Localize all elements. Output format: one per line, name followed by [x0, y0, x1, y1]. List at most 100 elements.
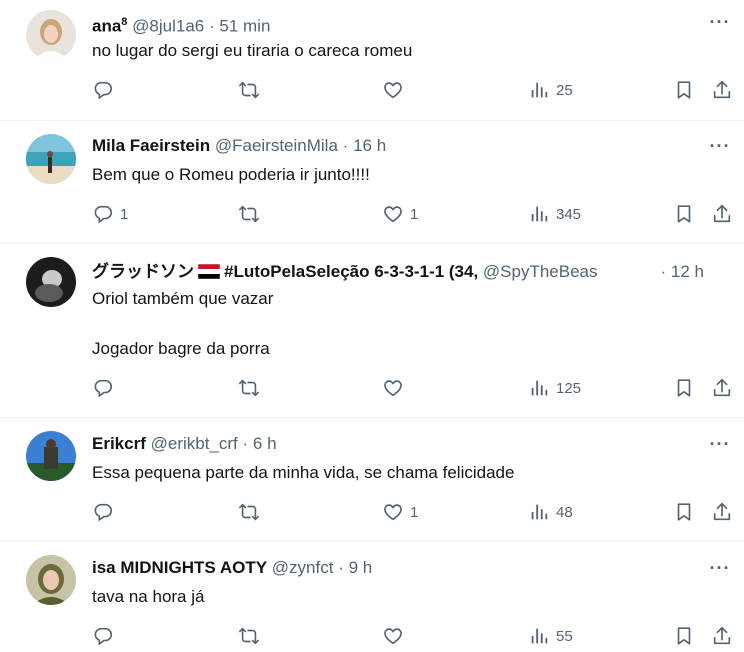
more-icon[interactable]: ··· [708, 12, 732, 32]
tweet-text: Essa pequena parte da minha vida, se cha… [92, 460, 704, 485]
separator: · [342, 136, 349, 155]
bookmark-icon [673, 625, 695, 647]
like-button[interactable] [382, 625, 410, 647]
tweet-text-line: no lugar do sergi eu tiraria o careca ro… [92, 41, 413, 60]
views-icon [528, 79, 550, 101]
author-handle[interactable]: @SpyTheBeas [483, 262, 598, 281]
tweet[interactable]: Mila Faeirstein @FaeirsteinMila · 16 h ·… [0, 120, 744, 244]
bookmark-button[interactable] [673, 501, 695, 523]
repost-button[interactable] [238, 625, 260, 647]
author-name[interactable]: isa MIDNIGHTS AOTY [92, 558, 267, 577]
view-count: 48 [556, 503, 573, 521]
timestamp[interactable]: 6 h [253, 434, 277, 453]
author-name-suffix[interactable]: #LutoPelaSeleção 6-3-3-1-1 (34, [224, 262, 478, 281]
like-icon [382, 203, 404, 225]
author-handle[interactable]: @8jul1a6 [132, 17, 204, 36]
author-name-prefix[interactable]: グラッドソン [92, 262, 194, 281]
like-icon [382, 377, 404, 399]
author-name[interactable]: ana [92, 17, 121, 36]
avatar[interactable] [26, 134, 76, 184]
avatar[interactable] [26, 10, 76, 60]
author-name-superscript: 8 [121, 16, 128, 28]
author-handle[interactable]: @FaeirsteinMila [215, 136, 338, 155]
reply-button[interactable] [92, 377, 120, 399]
action-bar: 25 [0, 79, 744, 103]
tweet[interactable]: グラッドソン #LutoPelaSeleção 6-3-3-1-1 (34, @S… [0, 243, 744, 418]
reply-button[interactable] [92, 501, 120, 523]
repost-button[interactable] [238, 203, 260, 225]
bookmark-button[interactable] [673, 203, 695, 225]
timestamp[interactable]: 9 h [349, 558, 373, 577]
views-button[interactable]: 25 [528, 79, 573, 101]
avatar[interactable] [26, 555, 76, 605]
like-count: 1 [410, 205, 419, 223]
author-name[interactable]: Mila Faeirstein [92, 136, 210, 155]
timestamp[interactable]: 12 h [671, 262, 704, 281]
separator: · [660, 262, 667, 281]
like-icon [382, 79, 404, 101]
reply-icon [92, 377, 114, 399]
like-button[interactable]: 1 [382, 203, 418, 225]
like-button[interactable] [382, 79, 410, 101]
tweet-text: Oriol também que vazar Jogador bagre da … [92, 286, 704, 361]
share-icon [711, 625, 733, 647]
separator: · [242, 434, 249, 453]
share-button[interactable] [711, 625, 733, 647]
tweet[interactable]: isa MIDNIGHTS AOTY @zynfct · 9 h ··· tav… [0, 540, 744, 652]
views-button[interactable]: 125 [528, 377, 581, 399]
views-icon [528, 625, 550, 647]
view-count: 25 [556, 81, 573, 99]
share-button[interactable] [711, 203, 733, 225]
avatar[interactable] [26, 431, 76, 481]
tweet[interactable]: Erikcrf @erikbt_crf · 6 h ··· Essa peque… [0, 417, 744, 541]
flag-icon [198, 264, 220, 279]
view-count: 55 [556, 627, 573, 645]
like-icon [382, 625, 404, 647]
bookmark-button[interactable] [673, 79, 695, 101]
more-icon[interactable]: ··· [708, 136, 732, 156]
views-button[interactable]: 55 [528, 625, 573, 647]
timestamp[interactable]: 51 min [219, 17, 270, 36]
tweet-text-line: Essa pequena parte da minha vida, se cha… [92, 463, 515, 482]
tweet-text: tava na hora já [92, 584, 704, 609]
repost-button[interactable] [238, 79, 260, 101]
view-count: 125 [556, 379, 582, 397]
like-button[interactable] [382, 377, 410, 399]
like-icon [382, 501, 404, 523]
author-name[interactable]: Erikcrf [92, 434, 146, 453]
repost-icon [238, 203, 260, 225]
reply-button[interactable]: 1 [92, 203, 128, 225]
tweet[interactable]: ana8 @8jul1a6 · 51 min ··· no lugar do s… [0, 0, 744, 121]
repost-button[interactable] [238, 501, 260, 523]
reply-button[interactable] [92, 79, 120, 101]
repost-button[interactable] [238, 377, 260, 399]
more-icon[interactable]: ··· [708, 558, 732, 578]
tweet-text-line: Bem que o Romeu poderia ir junto!!!! [92, 165, 370, 184]
bookmark-button[interactable] [673, 625, 695, 647]
share-icon [711, 79, 733, 101]
more-icon[interactable]: ··· [708, 434, 732, 454]
author-handle[interactable]: @zynfct [272, 558, 334, 577]
timestamp[interactable]: 16 h [353, 136, 386, 155]
bookmark-icon [673, 203, 695, 225]
reply-icon [92, 625, 114, 647]
bookmark-button[interactable] [673, 377, 695, 399]
bookmark-icon [673, 79, 695, 101]
share-button[interactable] [711, 79, 733, 101]
reply-icon [92, 79, 114, 101]
action-bar: 125 [0, 377, 744, 401]
action-bar: 55 [0, 625, 744, 649]
repost-icon [238, 501, 260, 523]
views-button[interactable]: 345 [528, 203, 581, 225]
like-button[interactable]: 1 [382, 501, 418, 523]
avatar[interactable] [26, 257, 76, 307]
tweet-text: no lugar do sergi eu tiraria o careca ro… [92, 38, 704, 63]
reply-button[interactable] [92, 625, 120, 647]
author-handle[interactable]: @erikbt_crf [151, 434, 238, 453]
share-icon [711, 501, 733, 523]
share-button[interactable] [711, 377, 733, 399]
like-count: 1 [410, 503, 419, 521]
views-button[interactable]: 48 [528, 501, 573, 523]
share-button[interactable] [711, 501, 733, 523]
